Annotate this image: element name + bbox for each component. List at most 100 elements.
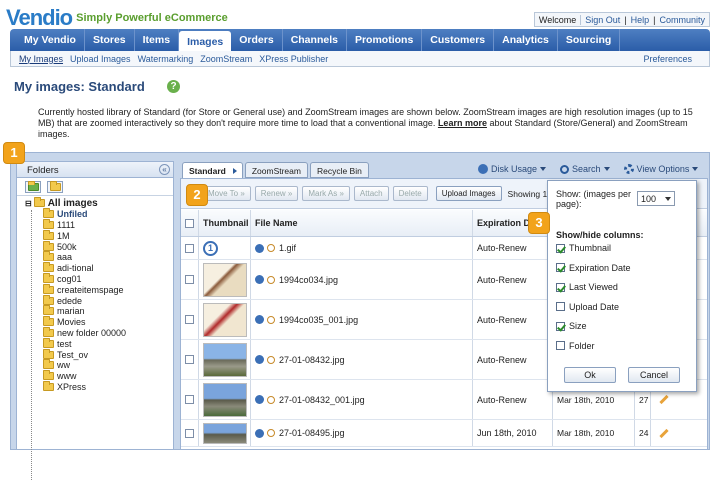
nav-images[interactable]: Images [179, 31, 232, 51]
nav-customers[interactable]: Customers [422, 29, 495, 51]
cancel-button[interactable]: Cancel [628, 367, 680, 383]
col-thumbnail[interactable]: Thumbnail [199, 210, 251, 236]
help-link[interactable]: Help [627, 15, 654, 25]
column-option[interactable]: Thumbnail [556, 243, 611, 253]
column-option[interactable]: Size [556, 321, 587, 331]
column-checkbox[interactable] [556, 321, 565, 331]
globe-icon[interactable] [255, 275, 264, 284]
globe-icon[interactable] [255, 355, 264, 364]
column-checkbox[interactable] [556, 341, 565, 350]
community-link[interactable]: Community [655, 15, 709, 25]
folder-item[interactable]: Unfiled [25, 208, 173, 220]
nav-orders[interactable]: Orders [231, 29, 283, 51]
folder-all-images[interactable]: ⊟ All images [25, 197, 173, 209]
subnav-xpress-publisher[interactable]: XPress Publisher [259, 54, 328, 64]
file-name[interactable]: 1994co035_001.jpg [279, 315, 358, 325]
folder-item[interactable]: edede [25, 294, 173, 306]
nav-analytics[interactable]: Analytics [494, 29, 558, 51]
folder-item[interactable]: XPress [25, 380, 173, 393]
image-thumbnail[interactable] [203, 342, 247, 377]
nav-channels[interactable]: Channels [283, 29, 347, 51]
row-checkbox[interactable] [185, 243, 194, 253]
folder-item[interactable]: ww [25, 359, 173, 371]
column-option[interactable]: Upload Date [556, 302, 619, 312]
column-checkbox[interactable] [556, 302, 565, 311]
column-checkbox[interactable] [556, 263, 565, 272]
folder-item[interactable]: 1M [25, 229, 173, 241]
folder-item[interactable]: aaa [25, 251, 173, 263]
remove-folder-button[interactable] [47, 181, 63, 193]
nav-stores[interactable]: Stores [85, 29, 135, 51]
globe-icon[interactable] [255, 315, 264, 324]
file-name[interactable]: 27-01-08495.jpg [279, 428, 345, 438]
move-to-button[interactable]: Move To » [202, 186, 251, 201]
zoom-icon[interactable] [267, 429, 275, 437]
nav-promotions[interactable]: Promotions [347, 29, 423, 51]
image-thumbnail[interactable] [203, 302, 247, 337]
file-name[interactable]: 27-01-08432.jpg [279, 355, 345, 365]
learn-more-link[interactable]: Learn more [438, 118, 487, 128]
folder-item[interactable]: 500k [25, 240, 173, 252]
delete-button[interactable]: Delete [392, 186, 428, 201]
subnav-upload-images[interactable]: Upload Images [70, 54, 131, 64]
collapse-icon[interactable]: « [159, 164, 170, 175]
zoom-icon[interactable] [267, 395, 275, 404]
view-options-menu[interactable]: View Options [623, 164, 699, 174]
select-all-checkbox[interactable] [185, 218, 194, 228]
ok-button[interactable]: Ok [564, 367, 616, 383]
row-checkbox[interactable] [185, 275, 194, 284]
disk-usage-menu[interactable]: Disk Usage [478, 164, 547, 174]
folder-item[interactable]: createitemspage [25, 283, 173, 295]
search-menu[interactable]: Search [560, 164, 610, 174]
tab-recycle-bin[interactable]: Recycle Bin [309, 162, 369, 178]
folder-item[interactable]: Test_ov [25, 348, 173, 360]
row-checkbox[interactable] [185, 395, 194, 404]
file-name[interactable]: 1.gif [279, 243, 296, 253]
folder-item[interactable]: adi-tional [25, 262, 173, 274]
zoom-icon[interactable] [267, 244, 275, 252]
folder-item[interactable]: new folder 00000 [25, 326, 173, 339]
file-name[interactable]: 1994co034.jpg [279, 275, 338, 285]
tab-standard[interactable]: Standard [182, 162, 243, 178]
folder-item[interactable]: test [25, 337, 173, 349]
folder-item[interactable]: marian [25, 305, 173, 317]
row-checkbox[interactable] [185, 428, 194, 438]
nav-my-vendio[interactable]: My Vendio [16, 29, 85, 51]
column-checkbox[interactable] [556, 243, 565, 253]
globe-icon[interactable] [255, 395, 264, 404]
nav-items[interactable]: Items [135, 29, 180, 51]
pencil-icon[interactable] [659, 428, 669, 438]
column-option[interactable]: Folder [556, 341, 595, 351]
attach-button[interactable]: Attach [353, 186, 389, 201]
image-thumbnail[interactable] [203, 422, 247, 444]
add-folder-button[interactable] [25, 181, 41, 193]
column-option[interactable]: Last Viewed [556, 282, 618, 292]
per-page-select[interactable]: 100 [637, 191, 675, 206]
folder-item[interactable]: Movies [25, 316, 173, 328]
image-thumbnail[interactable] [203, 262, 247, 297]
folder-item[interactable]: www [25, 370, 173, 382]
signout-link[interactable]: Sign Out [581, 15, 624, 25]
subnav-zoomstream[interactable]: ZoomStream [200, 54, 252, 64]
folder-item[interactable]: cog01 [25, 272, 173, 285]
column-checkbox[interactable] [556, 282, 565, 292]
file-name[interactable]: 27-01-08432_001.jpg [279, 395, 365, 405]
help-icon[interactable]: ? [167, 80, 180, 93]
tab-zoomstream[interactable]: ZoomStream [244, 162, 308, 178]
zoom-icon[interactable] [267, 355, 275, 364]
table-row[interactable]: 27-01-08495.jpg Jun 18th, 2010 Mar 18th, 2… [181, 420, 707, 447]
vendio-logo[interactable]: Vendio Simply Powerful eCommerce [6, 5, 228, 30]
row-checkbox[interactable] [185, 315, 194, 324]
nav-sourcing[interactable]: Sourcing [558, 29, 621, 51]
subnav-watermarking[interactable]: Watermarking [138, 54, 194, 64]
row-checkbox[interactable] [185, 355, 194, 364]
gif-thumbnail-icon[interactable]: 1 [203, 240, 218, 256]
image-thumbnail[interactable] [203, 382, 247, 417]
pencil-icon[interactable] [659, 394, 669, 405]
renew-button[interactable]: Renew » [254, 186, 299, 201]
collapse-minus-icon[interactable]: ⊟ [25, 199, 32, 208]
globe-icon[interactable] [255, 243, 264, 253]
col-filename[interactable]: File Name [251, 210, 473, 236]
preferences-link[interactable]: Preferences [643, 54, 692, 64]
zoom-icon[interactable] [267, 275, 275, 284]
